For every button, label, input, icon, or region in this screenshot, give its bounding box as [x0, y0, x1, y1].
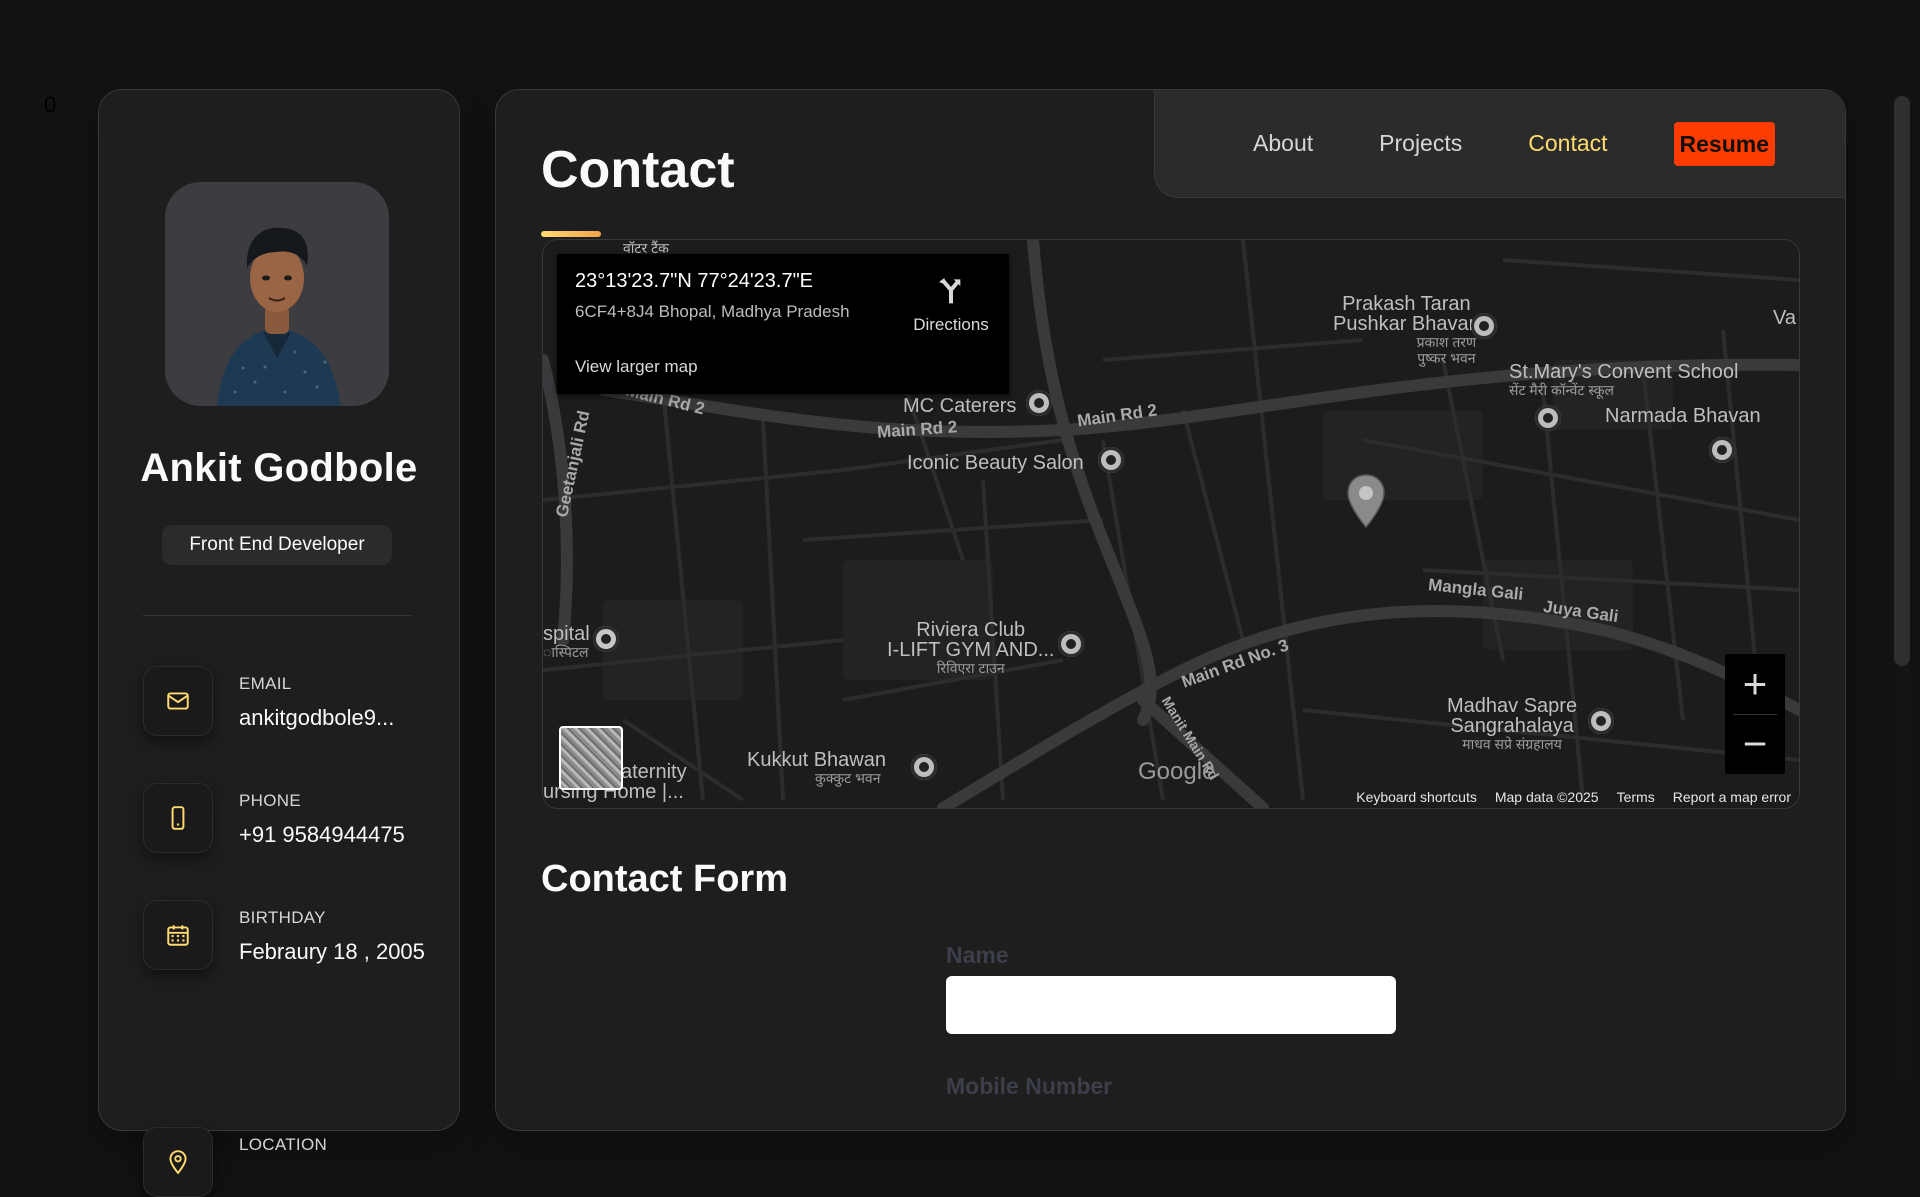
- directions-label: Directions: [913, 315, 989, 334]
- top-navbar: About Projects Contact Resume: [1154, 90, 1845, 198]
- birthday-value: Febraury 18 , 2005: [239, 939, 425, 964]
- phone-link[interactable]: +91 9584944475: [239, 819, 429, 850]
- page-title: Contact: [541, 141, 735, 199]
- directions-icon: [939, 278, 961, 304]
- place-stmary-label: St.Mary's Convent School: [1509, 361, 1739, 383]
- nav-projects[interactable]: Projects: [1379, 130, 1462, 157]
- contact-form-title: Contact Form: [541, 858, 788, 900]
- place-prakash-label: Prakash Taran Pushkar Bhavan: [1333, 293, 1480, 335]
- embedded-map[interactable]: Prakash Taran Pushkar Bhavan प्रकाश तरण …: [542, 239, 1800, 809]
- directions-button[interactable]: Directions: [903, 274, 999, 335]
- keyboard-shortcuts-link[interactable]: Keyboard shortcuts: [1356, 789, 1477, 805]
- email-label: EMAIL: [239, 674, 292, 693]
- place-kukkut-label: Kukkut Bhawan: [747, 749, 886, 771]
- place-mc-caterers[interactable]: MC Caterers: [903, 396, 1016, 416]
- email-link[interactable]: ankitgodbole9...: [239, 702, 429, 733]
- phone-icon: [143, 783, 213, 853]
- place-hospital-label: spital: [543, 623, 590, 645]
- mobile-number-label: Mobile Number: [946, 1073, 1113, 1099]
- poi-pin-riviera[interactable]: [1058, 631, 1084, 657]
- place-riviera[interactable]: Riviera Club I-LIFT GYM AND... रिविएरा ट…: [887, 620, 1054, 676]
- title-underline: [541, 231, 601, 237]
- zoom-in-button[interactable]: +: [1725, 654, 1785, 714]
- place-madhav[interactable]: Madhav Sapre Sangrahalaya माधव सप्रे संग…: [1447, 696, 1577, 752]
- satellite-layer-toggle[interactable]: [559, 726, 623, 790]
- terms-link[interactable]: Terms: [1617, 789, 1655, 805]
- map-plus-code: 6CF4+8J4 Bhopal, Madhya Pradesh: [575, 302, 850, 321]
- avatar: [165, 182, 389, 406]
- poi-pin-mc-caterers[interactable]: [1026, 390, 1052, 416]
- place-prakash[interactable]: Prakash Taran Pushkar Bhavan प्रकाश तरण …: [1333, 294, 1480, 366]
- music-pin[interactable]: [911, 754, 937, 780]
- place-maternity[interactable]: aternity: [621, 762, 687, 782]
- name-input[interactable]: [946, 976, 1396, 1034]
- sidebar-divider: [143, 615, 411, 616]
- view-larger-map-link[interactable]: View larger map: [575, 357, 698, 377]
- place-riviera-hindi: रिविएरा टाउन: [936, 660, 1005, 676]
- place-madhav-label: Madhav Sapre Sangrahalaya: [1447, 695, 1578, 737]
- profile-sidebar: Ankit Godbole Front End Developer EMAIL …: [98, 89, 460, 1197]
- place-madhav-hindi: माधव सप्रे संग्रहालय: [1462, 736, 1562, 752]
- name-label: Name: [946, 942, 1009, 968]
- place-riviera-label: Riviera Club I-LIFT GYM AND...: [887, 619, 1055, 661]
- place-iconic[interactable]: Iconic Beauty Salon: [907, 453, 1084, 473]
- poi-pin-prakash[interactable]: [1471, 313, 1497, 339]
- map-zoom-control: + −: [1725, 654, 1785, 774]
- map-info-card: 23°13'23.7"N 77°24'23.7"E 6CF4+8J4 Bhopa…: [557, 254, 1009, 394]
- place-narmada[interactable]: Narmada Bhavan: [1605, 406, 1761, 426]
- poi-pin-narmada[interactable]: [1709, 437, 1735, 463]
- map-attribution: Keyboard shortcuts Map data ©2025 Terms …: [1356, 789, 1791, 805]
- place-prakash-hindi: प्रकाश तरण पुष्कर भवन: [1416, 334, 1477, 366]
- place-kukkut-hindi: कुक्कुट भवन: [815, 770, 881, 786]
- place-va: Va: [1773, 307, 1796, 329]
- place-kukkut[interactable]: Kukkut Bhawan कुक्कुट भवन: [747, 750, 886, 786]
- main-panel: About Projects Contact Resume Contact Pr…: [495, 89, 1846, 1131]
- google-logo: Google: [1138, 758, 1216, 785]
- page-scrollbar-thumb[interactable]: [1894, 96, 1910, 666]
- poi-pin-iconic[interactable]: [1098, 447, 1124, 473]
- nav-about[interactable]: About: [1253, 130, 1313, 157]
- museum-pin[interactable]: [1588, 708, 1614, 734]
- location-pin-icon: [143, 1127, 213, 1197]
- map-data-label: Map data ©2025: [1494, 789, 1599, 805]
- place-stmary-hindi: सेंट मैरी कॉन्वेंट स्कूल: [1509, 382, 1615, 398]
- birthday-label: BIRTHDAY: [239, 908, 326, 927]
- place-hospital-hindi: ास्पिटल: [543, 644, 589, 660]
- profile-name: Ankit Godbole: [140, 446, 418, 490]
- job-title-badge: Front End Developer: [162, 525, 392, 565]
- zoom-out-button[interactable]: −: [1725, 714, 1785, 774]
- mail-icon: [143, 666, 213, 736]
- map-coordinates: 23°13'23.7"N 77°24'23.7"E: [575, 270, 814, 292]
- corner-counter: 0: [44, 92, 57, 117]
- place-hospital[interactable]: spital ास्पिटल: [543, 624, 590, 660]
- location-marker-icon[interactable]: [1346, 473, 1386, 529]
- calendar-icon: [143, 900, 213, 970]
- report-map-error-link[interactable]: Report a map error: [1673, 789, 1791, 805]
- location-label: LOCATION: [239, 1135, 328, 1154]
- phone-label: PHONE: [239, 791, 301, 810]
- school-pin[interactable]: [1535, 405, 1561, 431]
- place-stmary[interactable]: St.Mary's Convent School सेंट मैरी कॉन्व…: [1509, 362, 1738, 398]
- nav-contact[interactable]: Contact: [1528, 130, 1607, 157]
- hospital-pin[interactable]: [593, 626, 619, 652]
- resume-button[interactable]: Resume: [1673, 121, 1775, 166]
